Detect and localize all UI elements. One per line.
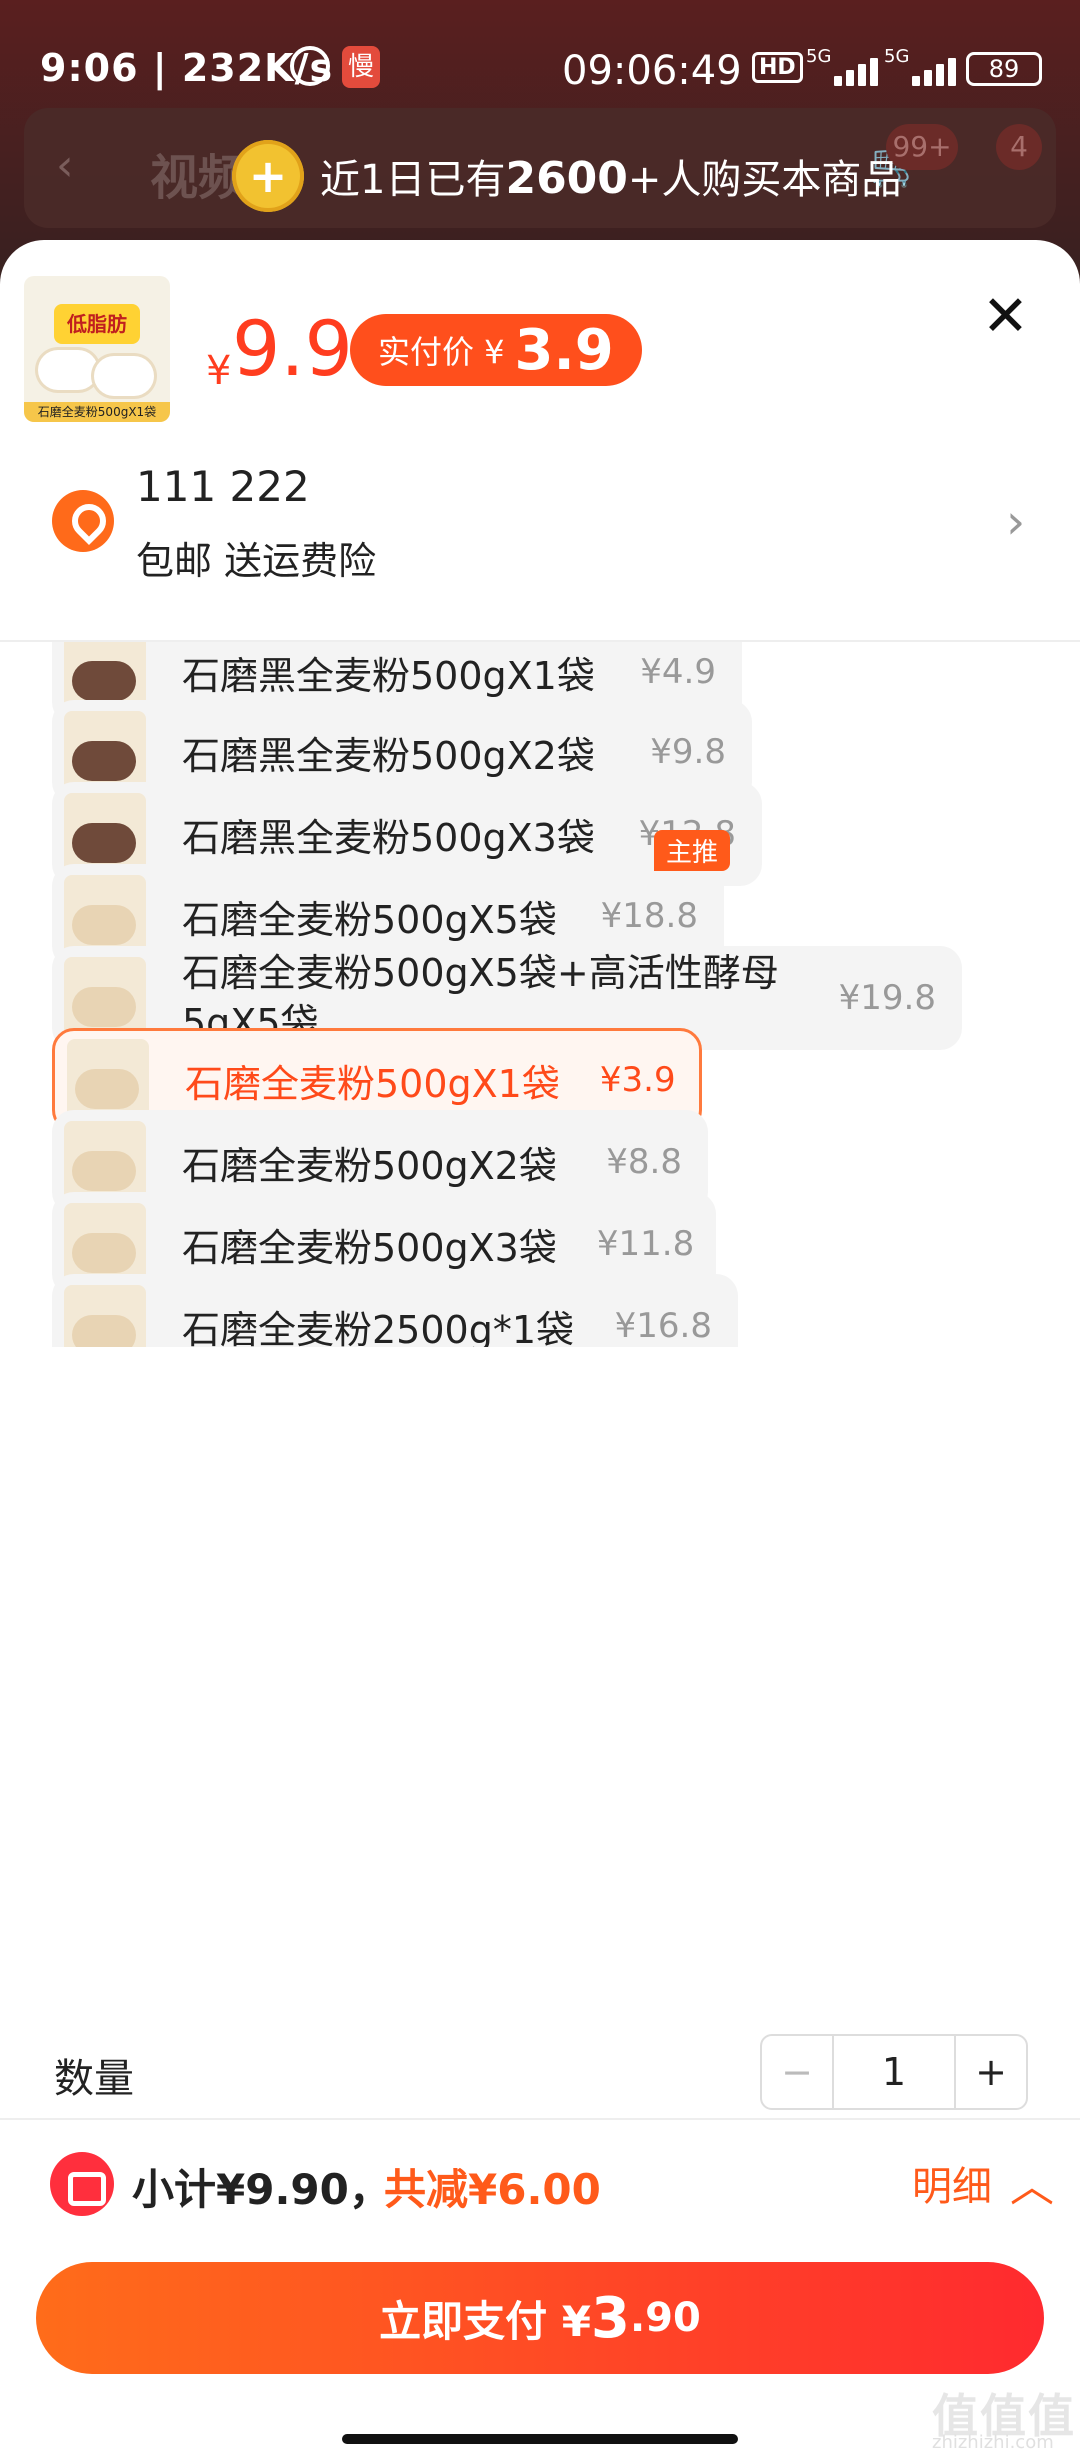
alarm-icon [290,46,330,86]
sku-name: 石磨全麦粉500gX5袋 [182,897,557,942]
quantity-plus-button[interactable]: + [954,2036,1026,2108]
sku-name: 石磨全麦粉500gX1袋 [185,1061,560,1106]
home-indicator [342,2434,738,2444]
toast-prefix: 近1日已有 [320,157,506,203]
network-label: 5G [806,46,832,67]
pay-amount-integer: 3 [591,2285,630,2351]
pay-label: 立即支付 ¥ [379,2296,592,2346]
sku-price: ¥18.8 [600,896,698,936]
battery-icon: 89 [966,52,1042,86]
sku-name: 石磨全麦粉500gX2袋 [182,1143,557,1188]
sku-name: 石磨黑全麦粉500gX1袋 [182,653,595,698]
bun-image [38,350,98,390]
sku-thumbnail [64,1121,146,1203]
watermark-url: zhizhizhi.com [932,2432,1054,2453]
sku-name-line1: 石磨全麦粉500gX5袋+高活性酵母 [182,951,779,995]
toast-count: 2600 [505,153,628,204]
address-name[interactable]: 111 222 [136,462,310,511]
quantity-minus-button[interactable]: − [762,2036,834,2108]
pay-now-button[interactable]: 立即支付 ¥ 3 .90 [36,2262,1044,2374]
network-label-2: 5G [884,46,910,67]
location-pin-icon [52,490,114,552]
sku-list: 石磨黑全麦粉500gX1袋 ¥4.9 石磨黑全麦粉500gX2袋 ¥9.8 石磨黑全麦粉… [0,642,1080,1347]
sku-thumbnail [64,711,146,793]
price-currency: ¥ [206,348,232,394]
bun-image-2 [94,356,154,396]
sku-price: ¥9.8 [650,732,726,772]
subtotal-text: 小计¥9.90， [132,2165,391,2214]
product-price: 9.9 [232,304,353,393]
sku-thumbnail [64,1203,146,1285]
chevron-right-icon[interactable]: › [1006,494,1025,550]
sku-price: ¥3.9 [599,1060,676,1100]
toast-suffix: +人购买本商品 [627,157,902,203]
close-icon[interactable]: ✕ [982,284,1029,349]
sku-name: 石磨全麦粉500gX3袋 [182,1225,557,1270]
sku-name: 石磨黑全麦粉500gX3袋 [182,815,595,860]
sku-thumbnail [64,957,146,1039]
status-clock: 09:06:49 [562,48,742,94]
detail-button[interactable]: 明细 [912,2154,992,2212]
real-price-amount: 3.9 [514,317,614,383]
plus-bag-icon: + [232,140,304,212]
sku-name: 石磨全麦粉2500g*1袋 [182,1307,575,1348]
sku-price: ¥4.9 [640,652,716,692]
sku-thumbnail [64,875,146,957]
thumb-badge: 低脂肪 [54,304,140,344]
recommended-tag: 主推 [653,830,730,871]
back-arrow-icon: ‹ [56,140,74,191]
real-price-label: 实付价 ¥ [378,333,505,371]
pay-amount-decimal: .90 [629,2295,701,2341]
thumb-caption: 石磨全麦粉500gX1袋 [24,402,170,422]
sku-price: ¥8.8 [606,1142,682,1182]
sku-price: ¥19.8 [838,978,936,1018]
slow-badge: 慢 [342,46,380,88]
sku-thumbnail [64,793,146,875]
sku-name: 石磨黑全麦粉500gX2袋 [182,733,595,778]
sku-thumbnail [67,1039,149,1121]
toast-text: 近1日已有2600+人购买本商品 [320,147,901,205]
quantity-value[interactable]: 1 [834,2036,954,2108]
coupon-icon [50,2152,114,2216]
quantity-stepper: − 1 + [760,2034,1028,2110]
chevron-up-icon[interactable]: ︿ [1010,2150,1054,2214]
discount-text: 共减¥6.00 [384,2165,601,2214]
hd-icon: HD [752,52,803,83]
real-price-badge: 实付价 ¥ 3.9 [350,314,642,386]
sku-thumbnail [64,1285,146,1347]
message-badge: 4 [996,124,1042,170]
sku-price: ¥16.8 [614,1306,712,1346]
status-bar: 9:06 | 232K/s 慢 09:06:49 HD 5G 5G 89 [0,0,1080,130]
product-thumbnail[interactable]: 低脂肪 石磨全麦粉500gX1袋 [24,276,170,422]
sku-price: ¥11.8 [596,1224,695,1264]
signal-icon-2: 5G [884,46,962,86]
shipping-info: 包邮 送运费险 [136,539,377,583]
sku-option[interactable]: 石磨全麦粉2500g*1袋 ¥16.8 [52,1274,738,1347]
signal-icon: 5G [806,46,884,86]
quantity-label: 数量 [54,2056,134,2102]
purchase-toast: + 近1日已有2600+人购买本商品 [232,136,901,216]
